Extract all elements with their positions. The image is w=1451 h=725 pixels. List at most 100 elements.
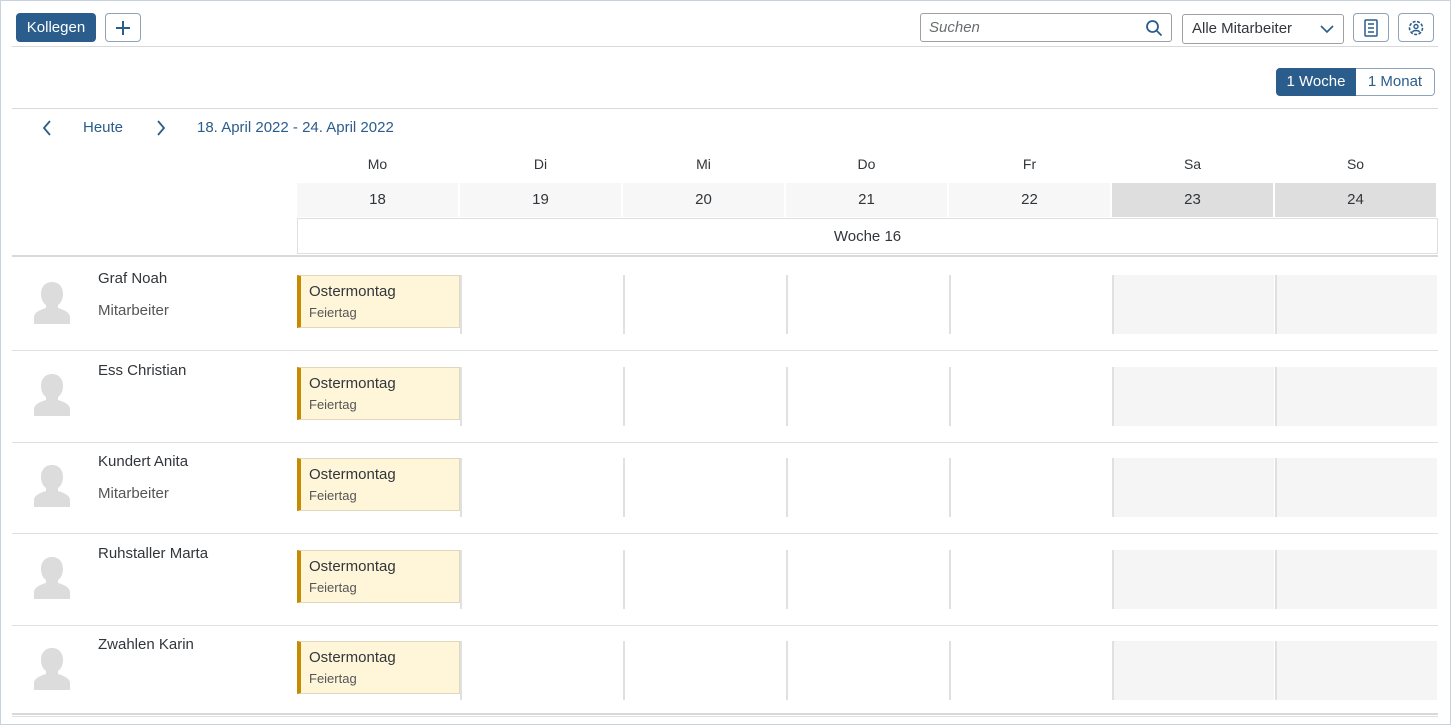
day-cell[interactable] (1112, 641, 1274, 700)
avatar (32, 463, 72, 514)
day-cell[interactable] (1275, 275, 1437, 334)
avatar (32, 555, 72, 606)
day-cell[interactable] (623, 275, 785, 334)
day-cell[interactable] (623, 549, 785, 609)
employee-filter-select[interactable]: Alle Mitarbeiter (1182, 14, 1344, 44)
chevron-left-icon[interactable] (38, 118, 56, 138)
day-date[interactable]: 20 (623, 183, 784, 217)
appointment-type: Feiertag (309, 671, 357, 686)
appointment[interactable]: Ostermontag Feiertag (297, 641, 460, 694)
list-view-button[interactable] (1353, 13, 1389, 42)
view-switch: 1 Woche 1 Monat (1276, 68, 1435, 96)
day-cell[interactable] (1112, 366, 1274, 426)
day-date[interactable]: 22 (949, 183, 1110, 217)
bottom-divider (12, 713, 1438, 715)
person-row: Ruhstaller Marta Ostermontag Feiertag (12, 533, 1438, 626)
day-name: So (1346, 156, 1365, 172)
gear-user-icon (1408, 20, 1424, 35)
person-row: Graf Noah Mitarbeiter Ostermontag Feiertag (12, 258, 1438, 351)
day-cell[interactable] (949, 549, 1111, 609)
appointment[interactable]: Ostermontag Feiertag (297, 458, 460, 511)
day-cell[interactable] (460, 641, 622, 700)
day-cell[interactable] (949, 366, 1111, 426)
day-cell[interactable] (623, 366, 785, 426)
person-name[interactable]: Zwahlen Karin (98, 636, 194, 653)
person-name[interactable]: Ruhstaller Marta (98, 545, 208, 562)
day-cell[interactable] (460, 549, 622, 609)
day-cell[interactable] (949, 458, 1111, 517)
day-cell[interactable] (1275, 641, 1437, 700)
day-cell[interactable] (1112, 275, 1274, 334)
avatar (32, 646, 72, 697)
day-cell[interactable] (1112, 549, 1274, 609)
plus-icon (116, 20, 130, 35)
day-date[interactable]: 24 (1275, 183, 1436, 217)
day-name: Mi (696, 156, 711, 172)
settings-button[interactable] (1398, 13, 1434, 42)
day-date[interactable]: 23 (1112, 183, 1273, 217)
person-row: Zwahlen Karin Ostermontag Feiertag (12, 624, 1438, 717)
appointment-title: Ostermontag (309, 466, 396, 483)
employee-filter-value: Alle Mitarbeiter (1192, 20, 1293, 37)
search-icon[interactable] (1145, 19, 1163, 37)
add-button[interactable] (105, 13, 141, 42)
appointment[interactable]: Ostermontag Feiertag (297, 366, 460, 420)
person-name[interactable]: Graf Noah (98, 270, 167, 287)
chevron-right-icon[interactable] (152, 118, 170, 138)
appointment-type: Feiertag (309, 579, 357, 595)
day-name: Do (857, 156, 876, 172)
person-name[interactable]: Kundert Anita (98, 453, 188, 470)
month-view-button[interactable]: 1 Monat (1356, 68, 1435, 96)
day-cell[interactable] (949, 641, 1111, 700)
person-row: Ess Christian Ostermontag Feiertag (12, 350, 1438, 443)
search-input[interactable] (929, 17, 1129, 38)
day-date[interactable]: 21 (786, 183, 947, 217)
day-cell[interactable] (1275, 458, 1437, 517)
appointment-type: Feiertag (309, 305, 357, 320)
day-cell[interactable] (460, 458, 622, 517)
day-date[interactable]: 18 (297, 183, 458, 217)
appointment-title: Ostermontag (309, 283, 396, 300)
day-cell[interactable] (1112, 458, 1274, 517)
appointment-type: Feiertag (309, 488, 357, 503)
day-name: Di (533, 156, 548, 172)
day-cell[interactable] (1275, 366, 1437, 426)
day-cell[interactable] (623, 641, 785, 700)
day-name: Fr (1022, 156, 1037, 172)
day-name: Sa (1183, 156, 1202, 172)
avatar (32, 372, 72, 423)
appointment[interactable]: Ostermontag Feiertag (297, 275, 460, 328)
week-label: Woche 16 (297, 218, 1438, 254)
day-cell[interactable] (786, 458, 948, 517)
colleagues-button[interactable]: Kollegen (16, 13, 96, 42)
person-role: Mitarbeiter (98, 302, 169, 319)
person-row: Kundert Anita Mitarbeiter Ostermontag Feier… (12, 441, 1438, 534)
appointment-title: Ostermontag (309, 557, 396, 575)
divider (12, 108, 1438, 109)
day-cell[interactable] (786, 275, 948, 334)
day-cell[interactable] (786, 366, 948, 426)
appointment-title: Ostermontag (309, 649, 396, 666)
day-cell[interactable] (460, 366, 622, 426)
chevron-down-icon (1320, 25, 1334, 34)
day-name: Mo (367, 156, 388, 172)
day-cell[interactable] (786, 641, 948, 700)
list-icon (1364, 18, 1378, 37)
day-cell[interactable] (623, 458, 785, 517)
day-date[interactable]: 19 (460, 183, 621, 217)
today-link[interactable]: Heute (83, 119, 123, 136)
date-range-link[interactable]: 18. April 2022 - 24. April 2022 (197, 119, 394, 136)
search-field[interactable] (920, 13, 1172, 42)
week-view-button[interactable]: 1 Woche (1276, 68, 1356, 96)
day-cell[interactable] (949, 275, 1111, 334)
day-cell[interactable] (786, 549, 948, 609)
header-divider (12, 255, 1438, 257)
toolbar: Kollegen Alle Mitarbeiter (12, 10, 1438, 47)
day-cell[interactable] (460, 275, 622, 334)
appointment-title: Ostermontag (309, 374, 396, 392)
person-role: Mitarbeiter (98, 485, 169, 502)
appointment[interactable]: Ostermontag Feiertag (297, 549, 460, 603)
day-cell[interactable] (1275, 549, 1437, 609)
person-name[interactable]: Ess Christian (98, 362, 186, 379)
avatar (32, 280, 72, 331)
